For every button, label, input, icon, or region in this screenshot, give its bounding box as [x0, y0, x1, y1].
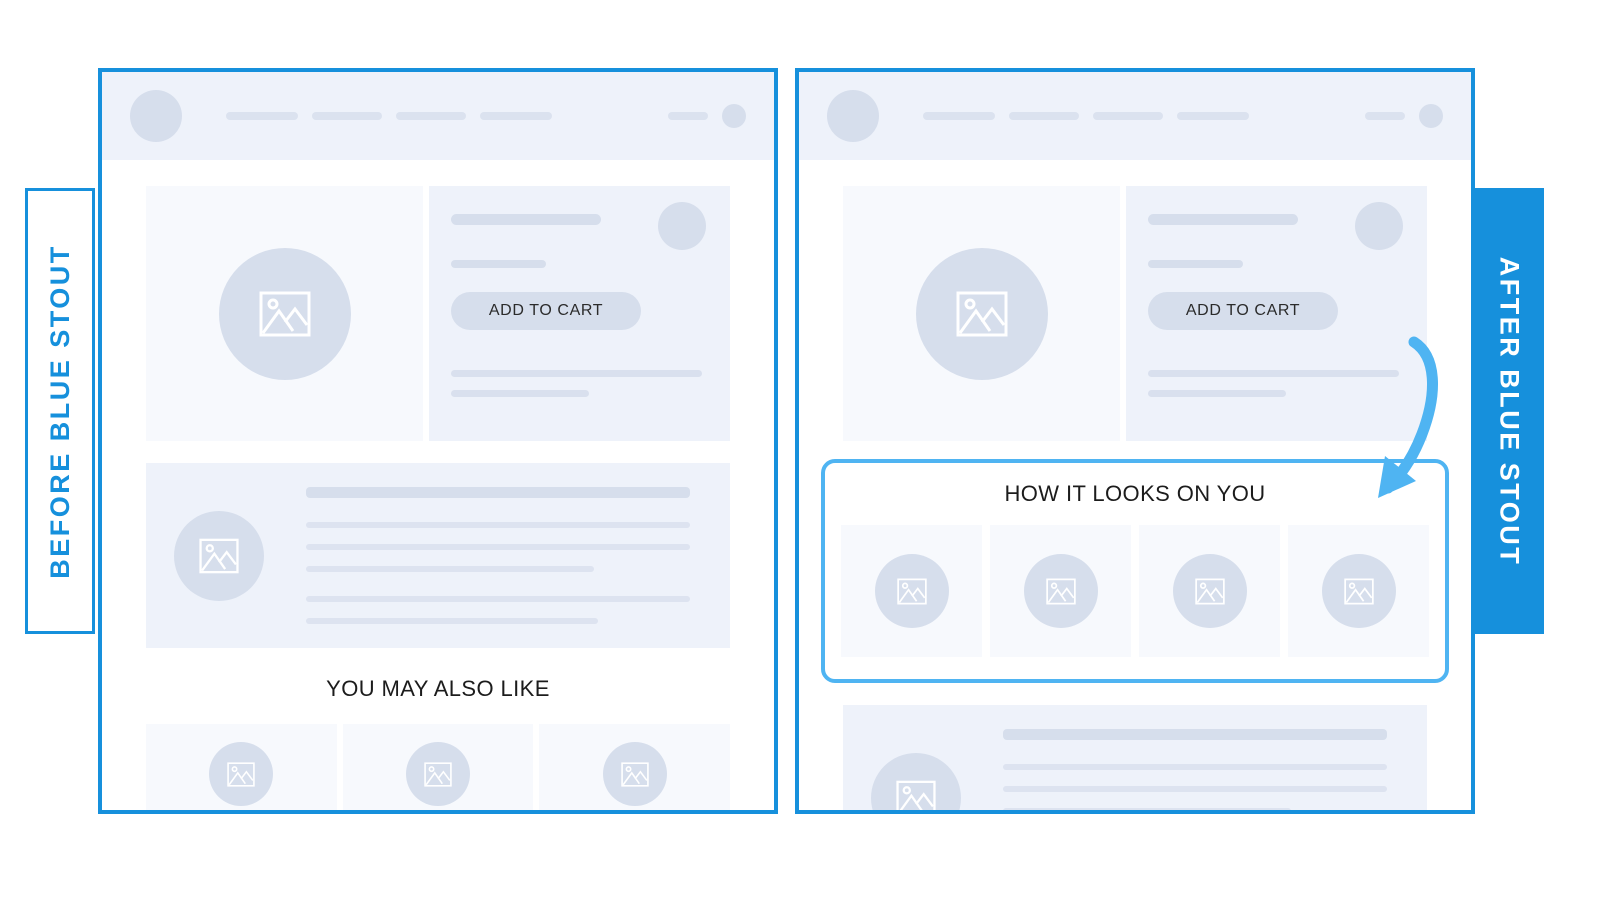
- ugc-thumbnail[interactable]: [990, 525, 1131, 657]
- nav-item-placeholder[interactable]: [226, 112, 298, 120]
- site-body: ADD TO CART YOU MAY ALSO LIKE: [102, 160, 774, 810]
- description-body-line: [1003, 764, 1387, 770]
- recommendation-image-placeholder: [602, 742, 667, 806]
- image-icon: [227, 761, 256, 787]
- nav-item-placeholder[interactable]: [1009, 112, 1079, 120]
- product-row: ADD TO CART: [843, 186, 1427, 441]
- add-to-cart-button[interactable]: ADD TO CART: [451, 292, 641, 330]
- description-lines: [306, 487, 690, 624]
- image-icon: [1343, 578, 1374, 604]
- wishlist-icon[interactable]: [1355, 202, 1403, 250]
- description-lines: [1003, 729, 1387, 810]
- description-body-line: [1003, 786, 1387, 792]
- product-price-placeholder: [1148, 260, 1243, 268]
- image-icon: [424, 761, 452, 787]
- product-image-box: [843, 186, 1120, 441]
- recommendations-title: YOU MAY ALSO LIKE: [326, 676, 550, 701]
- product-row: ADD TO CART: [146, 186, 730, 441]
- nav-item-placeholder[interactable]: [1093, 112, 1163, 120]
- description-body-line: [306, 618, 598, 624]
- description-image-placeholder: [871, 752, 961, 810]
- nav-item-placeholder[interactable]: [480, 112, 552, 120]
- ugc-image-placeholder: [1321, 554, 1396, 628]
- ugc-thumbnail[interactable]: [841, 525, 982, 657]
- description-heading-line: [1003, 729, 1387, 740]
- product-detail-box: ADD TO CART: [429, 186, 730, 441]
- site-body: ADD TO CART HOW IT LOOKS ON YOU: [799, 160, 1471, 810]
- recommendation-image-placeholder: [209, 742, 274, 806]
- recommendation-card[interactable]: [342, 724, 534, 810]
- image-icon: [956, 291, 1007, 336]
- image-icon: [896, 780, 936, 810]
- recommendation-image-placeholder: [406, 742, 470, 806]
- ugc-thumbnail-row: [841, 525, 1429, 657]
- after-panel: ADD TO CART HOW IT LOOKS ON YOU: [795, 68, 1475, 814]
- ugc-thumbnail[interactable]: [1288, 525, 1429, 657]
- description-body-line: [306, 596, 690, 602]
- cart-icon[interactable]: [722, 104, 746, 128]
- product-title-placeholder: [451, 214, 601, 225]
- product-price-placeholder: [451, 260, 546, 268]
- description-image-placeholder: [174, 510, 264, 601]
- nav-item-placeholder[interactable]: [396, 112, 466, 120]
- nav-item-placeholder[interactable]: [312, 112, 382, 120]
- product-detail-box: ADD TO CART: [1126, 186, 1427, 441]
- account-link-placeholder[interactable]: [1365, 112, 1405, 120]
- image-icon: [620, 761, 649, 787]
- product-meta-line: [451, 370, 702, 377]
- nav-links: [923, 112, 1249, 120]
- add-to-cart-button[interactable]: ADD TO CART: [1148, 292, 1338, 330]
- description-body-line: [306, 522, 690, 528]
- ugc-image-placeholder: [1023, 554, 1098, 628]
- image-icon: [259, 291, 310, 336]
- ugc-gallery-title: HOW IT LOOKS ON YOU: [1004, 481, 1266, 506]
- recommendation-card[interactable]: [146, 724, 337, 810]
- after-label-text: AFTER BLUE STOUT: [1494, 256, 1525, 566]
- ugc-image-placeholder: [874, 554, 949, 628]
- before-panel: ADD TO CART YOU MAY ALSO LIKE: [98, 68, 778, 814]
- product-image-box: [146, 186, 423, 441]
- product-meta-line: [1148, 370, 1399, 377]
- product-image-placeholder: [218, 247, 351, 380]
- account-link-placeholder[interactable]: [668, 112, 708, 120]
- logo-placeholder-icon: [827, 90, 879, 142]
- nav-item-placeholder[interactable]: [923, 112, 995, 120]
- product-title-placeholder: [1148, 214, 1298, 225]
- header-account-area: [668, 104, 746, 128]
- before-label: BEFORE BLUE STOUT: [25, 188, 95, 634]
- cart-icon[interactable]: [1419, 104, 1443, 128]
- description-body-line: [306, 544, 690, 550]
- ugc-image-placeholder: [1172, 554, 1247, 628]
- site-header: [102, 72, 774, 160]
- nav-links: [226, 112, 552, 120]
- description-heading-line: [306, 487, 690, 498]
- recommendation-card[interactable]: [539, 724, 731, 810]
- header-account-area: [1365, 104, 1443, 128]
- after-label: AFTER BLUE STOUT: [1474, 188, 1544, 634]
- before-label-text: BEFORE BLUE STOUT: [44, 243, 75, 579]
- wishlist-icon[interactable]: [658, 202, 706, 250]
- description-body-line: [1003, 808, 1291, 810]
- recommendations-row: [146, 724, 731, 810]
- product-image-placeholder: [915, 247, 1048, 380]
- description-section: [843, 705, 1427, 810]
- description-section: [146, 463, 730, 648]
- ugc-thumbnail[interactable]: [1139, 525, 1280, 657]
- nav-item-placeholder[interactable]: [1177, 112, 1249, 120]
- image-icon: [1194, 578, 1225, 604]
- product-meta-line: [451, 390, 590, 397]
- product-meta-line: [1148, 390, 1287, 397]
- ugc-gallery-module: HOW IT LOOKS ON YOU: [821, 459, 1449, 683]
- image-icon: [1045, 578, 1076, 604]
- image-icon: [199, 538, 239, 573]
- image-icon: [896, 578, 927, 604]
- description-body-line: [306, 566, 594, 572]
- site-header: [799, 72, 1471, 160]
- logo-placeholder-icon: [130, 90, 182, 142]
